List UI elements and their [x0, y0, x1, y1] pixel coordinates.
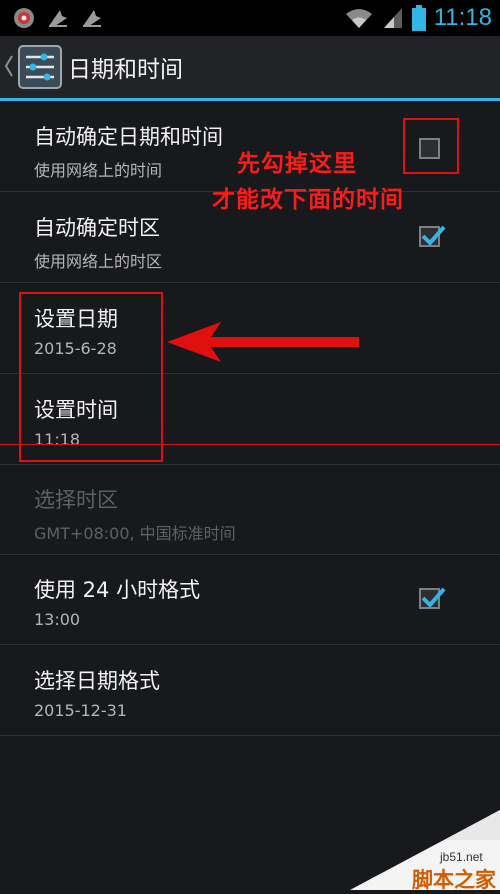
setting-24-hour-format[interactable]: 使用 24 小时格式 13:00	[0, 554, 500, 645]
wifi-icon	[345, 9, 372, 28]
page-title: 日期和时间	[68, 57, 183, 83]
24-hour-format-checkbox[interactable]	[419, 587, 446, 609]
setting-summary: GMT+08:00, 中国标准时间	[34, 524, 236, 543]
annotation-note-line2: 才能改下面的时间	[212, 187, 404, 213]
setting-select-timezone: 选择时区 GMT+08:00, 中国标准时间	[0, 464, 500, 555]
screen-recorder-icon	[14, 8, 34, 28]
action-bar: 日期和时间	[0, 36, 500, 101]
setting-summary: 使用网络上的时间	[34, 161, 163, 180]
settings-app-icon[interactable]	[18, 45, 62, 89]
setting-date-format[interactable]: 选择日期格式 2015-12-31	[0, 645, 500, 736]
watermark-url: jb51.net	[440, 850, 483, 864]
setting-title: 选择日期格式	[34, 669, 160, 693]
setting-title: 自动确定时区	[34, 216, 160, 240]
setting-summary: 2015-12-31	[34, 701, 127, 720]
setting-summary: 13:00	[34, 610, 81, 629]
status-clock: 11:18	[433, 4, 492, 31]
annotation-arrow-icon	[167, 322, 359, 362]
setting-title: 使用 24 小时格式	[34, 578, 201, 602]
battery-icon	[411, 5, 426, 31]
checkmark-icon	[421, 587, 446, 608]
setting-summary: 使用网络上的时区	[34, 252, 163, 271]
auto-timezone-checkbox[interactable]	[419, 225, 446, 247]
notification-icon	[49, 10, 67, 27]
setting-title: 选择时区	[34, 488, 118, 512]
notification-icon	[83, 10, 101, 27]
annotation-date-time-highlight	[19, 292, 163, 462]
annotation-checkbox-highlight	[403, 118, 459, 174]
annotation-note-line1: 先勾掉这里	[237, 151, 357, 177]
setting-title: 自动确定日期和时间	[34, 125, 223, 149]
annotation-line	[0, 444, 500, 445]
status-bar: 11:18	[0, 0, 500, 36]
checkmark-icon	[421, 225, 446, 246]
back-chevron-icon[interactable]	[4, 54, 14, 78]
signal-icon	[383, 8, 402, 28]
